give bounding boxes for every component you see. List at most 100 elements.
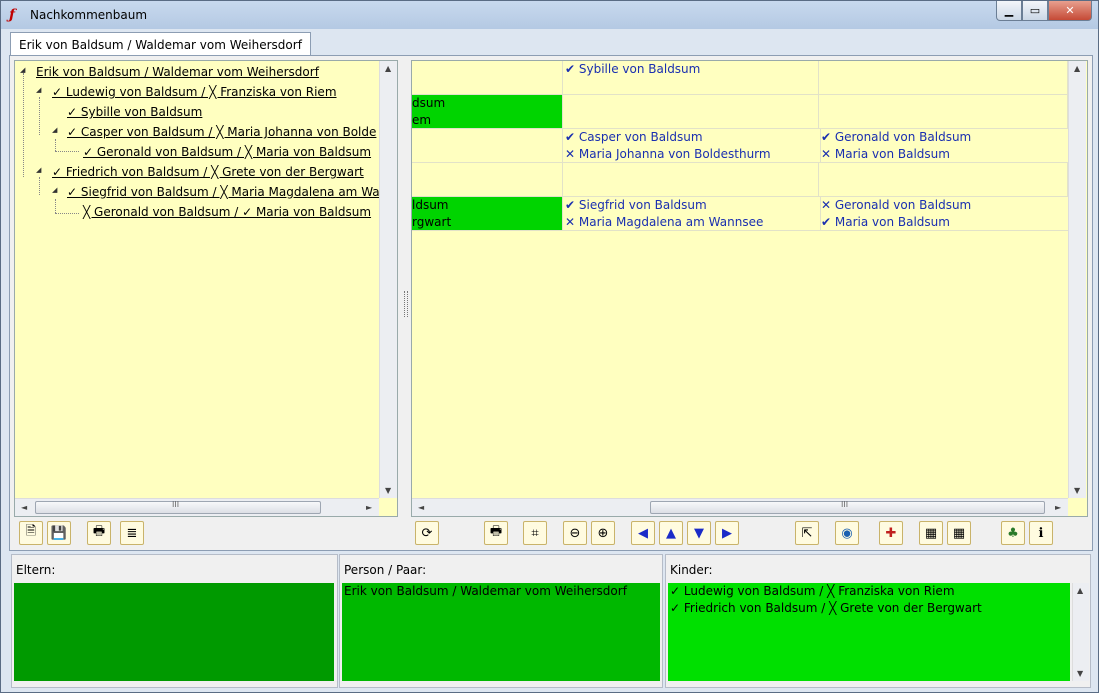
zoom-in-icon[interactable]: ⊕ <box>591 521 615 545</box>
grid-cell[interactable]: ✕ Geronald von Baldsum ✔ Maria von Balds… <box>819 197 1070 231</box>
grid-person[interactable]: rgwart <box>412 214 562 230</box>
tree-hscroll-thumb[interactable]: III <box>35 500 321 514</box>
notes-icon[interactable]: ≣ <box>120 521 144 545</box>
scroll-up-icon[interactable]: ▲ <box>1074 64 1080 73</box>
scroll-up-icon[interactable]: ▲ <box>1077 586 1083 595</box>
grid-cell-selected[interactable]: dsum em <box>412 95 563 129</box>
grid-person[interactable]: em <box>412 112 562 128</box>
grid-person[interactable]: ✕ Maria von Baldsum <box>821 146 1069 162</box>
expand-toggle-icon[interactable]: ◢ <box>36 167 41 174</box>
kinder-item[interactable]: ✓ Friedrich von Baldsum / ╳ Grete von de… <box>668 600 1070 617</box>
person-value[interactable]: Erik von Baldsum / Waldemar vom Weihersd… <box>342 583 660 600</box>
grid-person[interactable]: ✕ Geronald von Baldsum <box>821 197 1069 214</box>
chart2-icon[interactable]: ▦ <box>947 521 971 545</box>
tree-node[interactable]: ✓ Friedrich von Baldsum / ╳ Grete von de… <box>52 163 364 181</box>
tab-current-family[interactable]: Erik von Baldsum / Waldemar vom Weihersd… <box>10 32 311 57</box>
grid-person[interactable]: ✕ Maria Johanna von Boldesthurm <box>565 146 820 162</box>
grid-cell[interactable]: ✔ Geronald von Baldsum ✕ Maria von Balds… <box>819 129 1070 163</box>
person-box[interactable]: Erik von Baldsum / Waldemar vom Weihersd… <box>342 583 660 681</box>
kinder-item[interactable]: ✓ Ludewig von Baldsum / ╳ Franziska von … <box>668 583 1070 600</box>
detail-panels: Eltern: Person / Paar: Erik von Baldsum … <box>9 554 1091 688</box>
binoculars-icon[interactable]: ⌗ <box>523 521 547 545</box>
refresh-icon[interactable]: ⟳ <box>415 521 439 545</box>
splitter-grip-icon[interactable] <box>404 291 408 317</box>
tree-node[interactable]: ✓ Sybille von Baldsum <box>67 103 202 121</box>
print-icon[interactable]: 🖶 <box>484 521 508 545</box>
grid-person[interactable]: ✕ Maria Magdalena am Wannsee <box>565 214 820 230</box>
tree-horizontal-scrollbar[interactable]: ◄ III ► <box>15 498 379 516</box>
new-doc-icon[interactable]: 🗎 <box>19 521 43 545</box>
title-bar[interactable]: ƒ Nachkommenbaum ▁ ▭ ✕ <box>1 1 1098 29</box>
grid-cell[interactable]: ✔ Sybille von Baldsum <box>563 61 819 95</box>
minimize-button[interactable]: ▁ <box>996 1 1022 21</box>
arrow-right-icon[interactable]: ▶ <box>715 521 739 545</box>
maximize-button[interactable]: ▭ <box>1022 1 1048 21</box>
grid-cell-selected[interactable]: ldsum rgwart <box>412 197 563 231</box>
grid-person[interactable]: ✔ Siegfrid von Baldsum <box>565 197 820 214</box>
grid-cell[interactable]: ✔ Siegfrid von Baldsum ✕ Maria Magdalena… <box>563 197 821 231</box>
tree-icon[interactable]: ♣ <box>1001 521 1025 545</box>
scroll-left-icon[interactable]: ◄ <box>21 503 27 512</box>
save-icon[interactable]: 💾 <box>47 521 71 545</box>
kinder-scrollbar[interactable]: ▲ ▼ <box>1072 583 1089 681</box>
grid-cell[interactable] <box>412 129 563 163</box>
expand-toggle-icon[interactable]: ◢ <box>36 87 41 94</box>
grid-hscroll-thumb[interactable]: III <box>650 500 1045 514</box>
globe-icon[interactable]: ◉ <box>835 521 859 545</box>
scroll-left-icon[interactable]: ◄ <box>418 503 424 512</box>
scroll-down-icon[interactable]: ▼ <box>385 486 391 495</box>
arrow-left-icon[interactable]: ◀ <box>631 521 655 545</box>
gift-icon[interactable]: ✚ <box>879 521 903 545</box>
descendant-tree: ◢ ◢ ◢ ◢ ◢ Erik von Baldsum / Waldemar vo… <box>15 61 379 498</box>
expand-toggle-icon[interactable]: ◢ <box>52 187 57 194</box>
zoom-out-icon[interactable]: ⊖ <box>563 521 587 545</box>
export-icon[interactable]: ⇱ <box>795 521 819 545</box>
kinder-panel: Kinder: ✓ Ludewig von Baldsum / ╳ Franzi… <box>665 554 1091 688</box>
eltern-list[interactable] <box>14 583 334 681</box>
close-button[interactable]: ✕ <box>1048 1 1092 21</box>
tree-vertical-scrollbar[interactable]: ▲ ▼ <box>379 61 397 498</box>
person-panel: Person / Paar: Erik von Baldsum / Waldem… <box>339 554 663 688</box>
grid-person[interactable]: ✔ Casper von Baldsum <box>565 129 820 146</box>
grid-cell[interactable]: ✔ Casper von Baldsum ✕ Maria Johanna von… <box>563 129 821 163</box>
scroll-down-icon[interactable]: ▼ <box>1074 486 1080 495</box>
tree-node[interactable]: ✓ Siegfrid von Baldsum / ╳ Maria Magdale… <box>67 183 379 201</box>
descendant-grid-pane: ✔ Sybille von Baldsum dsum em ✔ Casper v… <box>411 60 1088 517</box>
grid-cell[interactable] <box>819 163 1068 197</box>
scroll-up-icon[interactable]: ▲ <box>385 64 391 73</box>
info-icon[interactable]: ℹ <box>1029 521 1053 545</box>
chart-icon[interactable]: ▦ <box>919 521 943 545</box>
expand-toggle-icon[interactable]: ◢ <box>20 67 25 74</box>
scroll-grip-icon: III <box>841 500 849 509</box>
kinder-label: Kinder: <box>670 563 713 577</box>
grid-cell[interactable] <box>819 95 1068 129</box>
grid-cell[interactable] <box>412 163 563 197</box>
scroll-right-icon[interactable]: ► <box>1055 503 1061 512</box>
print-icon[interactable]: 🖶 <box>87 521 111 545</box>
grid-cell[interactable] <box>412 61 563 95</box>
grid-horizontal-scrollbar[interactable]: ◄ III ► <box>412 498 1068 516</box>
arrow-down-icon[interactable]: ▼ <box>687 521 711 545</box>
tree-node[interactable]: ✓ Casper von Baldsum / ╳ Maria Johanna v… <box>67 123 376 141</box>
tree-toolbar: 🗎 💾 🖶 ≣ <box>19 521 149 547</box>
scroll-down-icon[interactable]: ▼ <box>1077 669 1083 678</box>
grid-person[interactable]: ldsum <box>412 197 562 214</box>
kinder-list[interactable]: ✓ Ludewig von Baldsum / ╳ Franziska von … <box>668 583 1070 681</box>
tree-pane: ◢ ◢ ◢ ◢ ◢ Erik von Baldsum / Waldemar vo… <box>14 60 398 517</box>
tree-node[interactable]: ✓ Geronald von Baldsum / ╳ Maria von Bal… <box>83 143 371 161</box>
arrow-up-icon[interactable]: ▲ <box>659 521 683 545</box>
tree-node[interactable]: ╳ Geronald von Baldsum / ✓ Maria von Bal… <box>83 203 371 221</box>
tree-node-root[interactable]: Erik von Baldsum / Waldemar vom Weihersd… <box>36 63 319 81</box>
grid-cell[interactable] <box>563 95 819 129</box>
grid-vertical-scrollbar[interactable]: ▲ ▼ <box>1068 61 1086 498</box>
grid-person[interactable]: ✔ Sybille von Baldsum <box>563 61 818 78</box>
grid-person[interactable]: dsum <box>412 95 562 112</box>
app-logo-icon: ƒ <box>9 7 16 23</box>
expand-toggle-icon[interactable]: ◢ <box>52 127 57 134</box>
grid-person[interactable]: ✔ Maria von Baldsum <box>821 214 1069 230</box>
grid-cell[interactable] <box>819 61 1068 95</box>
tree-node[interactable]: ✓ Ludewig von Baldsum / ╳ Franziska von … <box>52 83 337 101</box>
grid-cell[interactable] <box>563 163 819 197</box>
grid-person[interactable]: ✔ Geronald von Baldsum <box>821 129 1069 146</box>
scroll-right-icon[interactable]: ► <box>366 503 372 512</box>
